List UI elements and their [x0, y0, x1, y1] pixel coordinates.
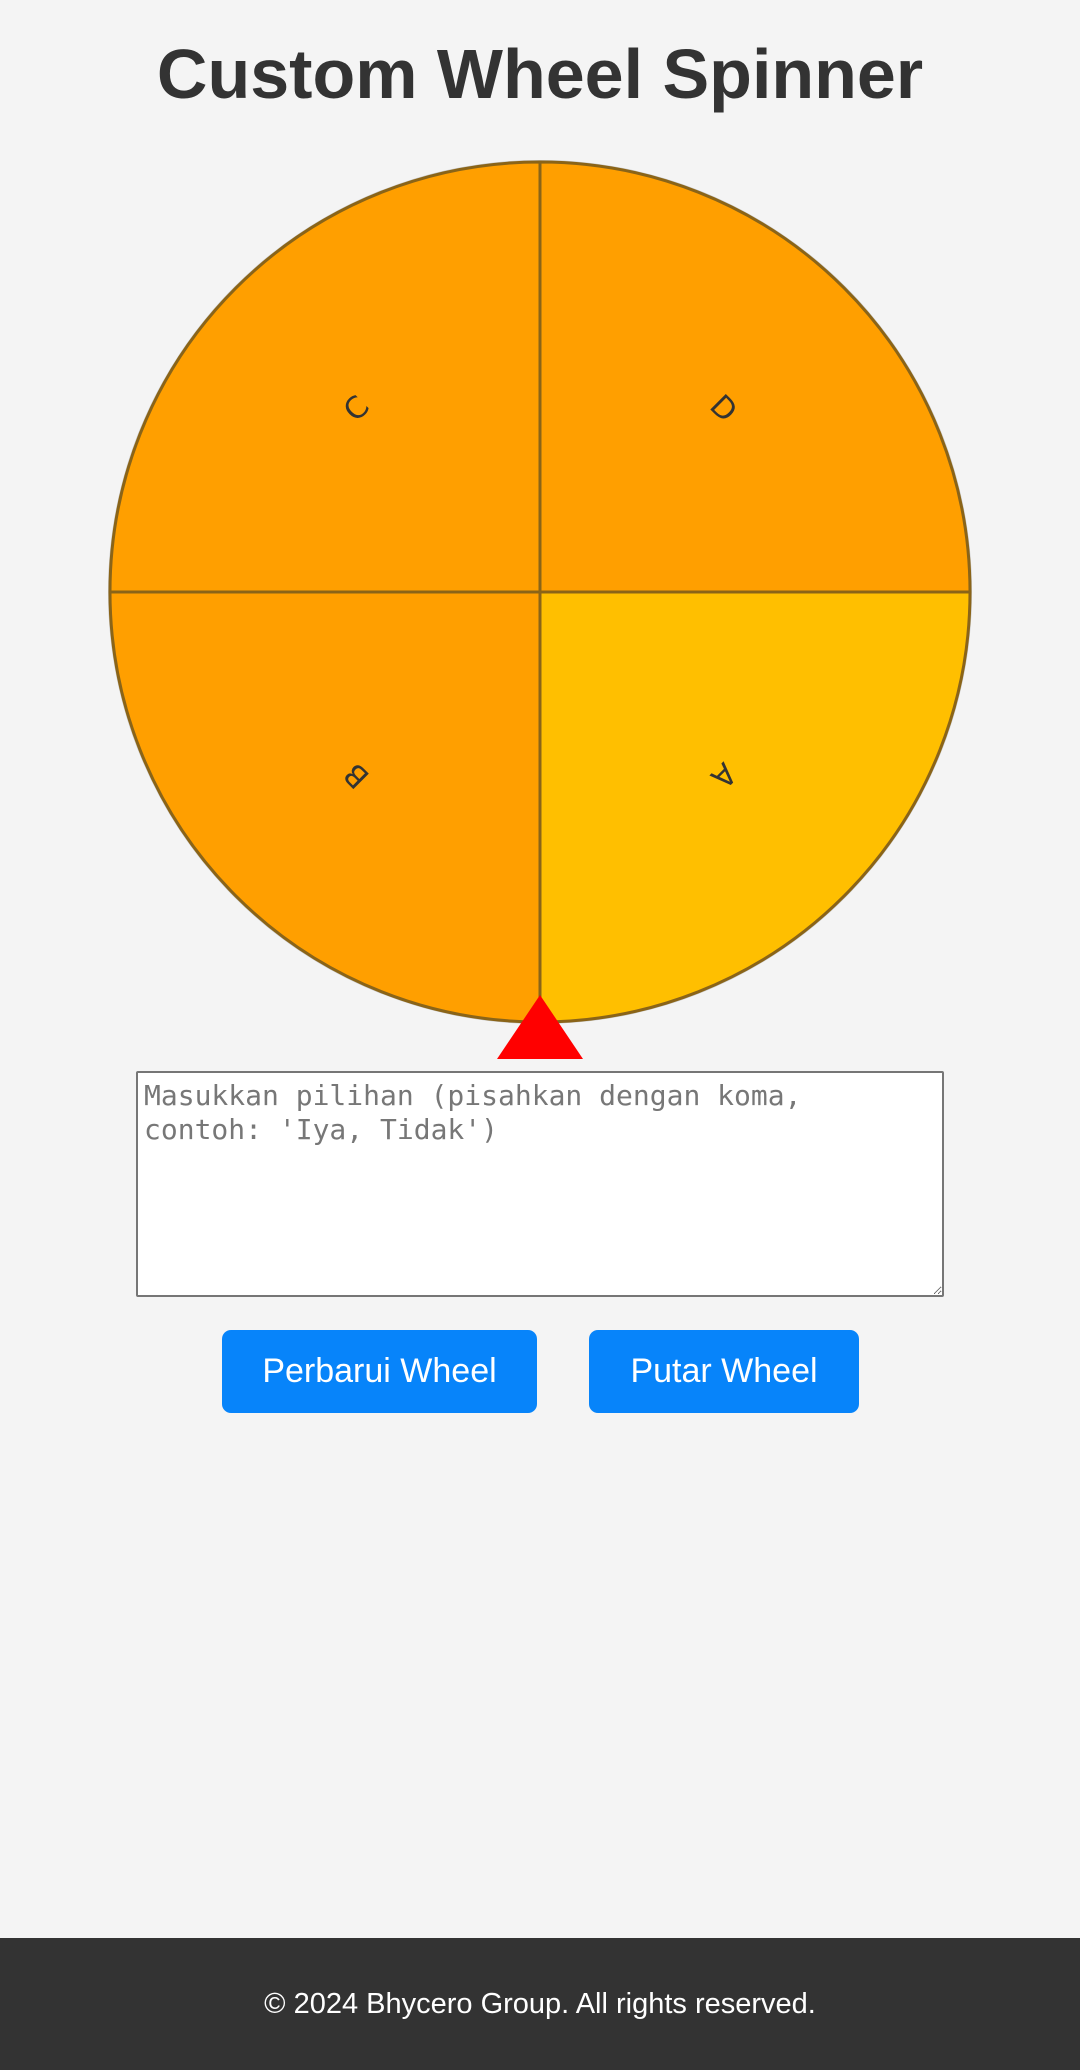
- spin-wheel-button[interactable]: Putar Wheel: [589, 1330, 859, 1413]
- wheel-pointer-icon: [497, 995, 583, 1059]
- wheel-segment-d: [538, 160, 972, 594]
- wheel-segment-b: [108, 590, 542, 1024]
- footer-copyright: © 2024 Bhycero Group. All rights reserve…: [264, 1988, 816, 2020]
- wheel-segments: [108, 160, 972, 1024]
- wheel-segment-a: [538, 590, 972, 1024]
- wheel-graphic: ABC D: [108, 160, 972, 1024]
- page-title: Custom Wheel Spinner: [156, 35, 924, 113]
- page: Custom Wheel Spinner ABCD Perbarui Wheel…: [0, 0, 1080, 2070]
- update-wheel-button[interactable]: Perbarui Wheel: [222, 1330, 537, 1413]
- wheel-segment-c: [108, 160, 542, 594]
- footer: © 2024 Bhycero Group. All rights reserve…: [0, 1938, 1080, 2070]
- choices-input[interactable]: [136, 1071, 944, 1297]
- wheel[interactable]: ABCD: [106, 158, 974, 1026]
